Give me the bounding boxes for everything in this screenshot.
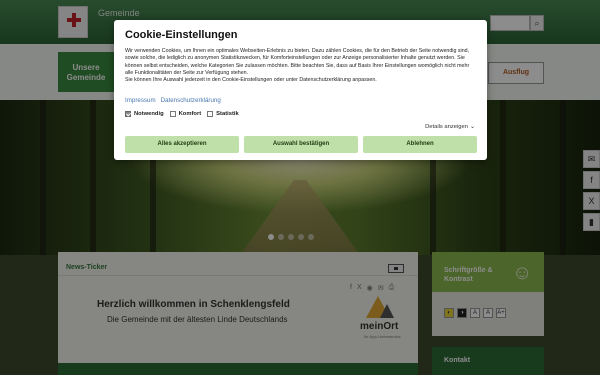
cookie-categories: Notwendig Komfort Statistik [125,111,239,117]
cookie-body: Wir verwenden Cookies, um Ihnen ein opti… [125,48,470,76]
checkbox-icon[interactable] [207,111,214,117]
reject-button[interactable]: Ablehnen [363,136,477,153]
details-label: Details anzeigen [425,123,468,130]
checkbox-checked-icon[interactable] [125,111,131,117]
cookie-body-2: Sie können Ihre Auswahl jederzeit in den… [125,77,377,84]
accept-all-button[interactable]: Alles akzeptieren [125,136,239,153]
cookie-buttons: Alles akzeptieren Auswahl bestätigen Abl… [125,136,477,153]
checkbox-icon[interactable] [169,111,176,117]
checkbox-notwendig-label: Notwendig [134,111,164,117]
datenschutz-link[interactable]: Datenschutzerklärung [161,97,221,104]
checkbox-komfort[interactable]: Komfort [169,111,202,117]
impressum-link[interactable]: Impressum [125,97,156,104]
cookie-dialog-text: Wir verwenden Cookies, um Ihnen ein opti… [125,48,477,84]
checkbox-statistik[interactable]: Statistik [207,111,239,117]
details-toggle[interactable]: Details anzeigen ⌄ [425,123,475,131]
cookie-dialog-title: Cookie-Einstellungen [125,29,238,41]
confirm-selection-button[interactable]: Auswahl bestätigen [244,136,358,153]
cookie-links: Impressum Datenschutzerklärung [125,97,221,104]
checkbox-notwendig[interactable]: Notwendig [125,111,164,117]
cookie-dialog: Cookie-Einstellungen Wir verwenden Cooki… [114,20,487,160]
checkbox-statistik-label: Statistik [216,111,239,117]
chevron-down-icon: ⌄ [469,124,475,130]
checkbox-komfort-label: Komfort [178,111,202,117]
